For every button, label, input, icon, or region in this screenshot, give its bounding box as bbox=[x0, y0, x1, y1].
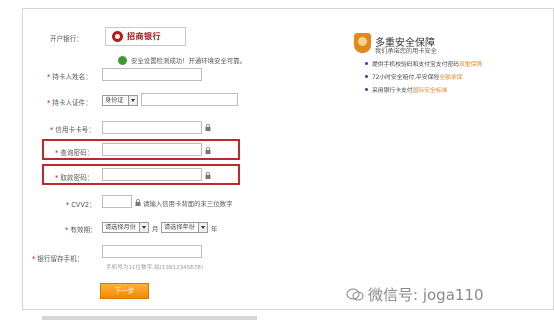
query-password-label-text: 查询密码： bbox=[60, 149, 94, 157]
payment-password-label-text: 取款密码： bbox=[60, 174, 94, 182]
query-password-label: * 查询密码： bbox=[55, 147, 93, 157]
month-unit: 月 bbox=[152, 225, 159, 233]
lock-icon bbox=[205, 147, 211, 154]
phone-label: * 银行留存手机： bbox=[32, 253, 83, 263]
required-mark: * bbox=[66, 201, 70, 209]
shield-icon bbox=[354, 33, 371, 53]
expiry-year-value: 请选择年份 bbox=[164, 224, 195, 231]
cvv2-label-text: CVV2： bbox=[71, 201, 96, 209]
holder-id-input[interactable] bbox=[141, 93, 238, 106]
panel-item-emphasis: 国际安全标准 bbox=[412, 88, 448, 94]
id-type-select[interactable]: 身份证 bbox=[102, 95, 138, 106]
chevron-down-icon bbox=[128, 96, 137, 105]
required-mark: * bbox=[47, 99, 51, 107]
watermark-text: 微信号: joga110 bbox=[368, 286, 484, 304]
phone-label-text: 银行留存手机： bbox=[37, 255, 84, 263]
required-mark: * bbox=[50, 126, 54, 134]
cvv2-label: * CVV2： bbox=[66, 199, 96, 209]
panel-item: 提供手机校验码和支付宝支付密码双重保障 bbox=[372, 59, 482, 68]
wechat-icon bbox=[346, 288, 364, 301]
holder-id-label: * 持卡人证件： bbox=[47, 97, 92, 107]
query-password-input[interactable] bbox=[102, 143, 202, 156]
card-number-label-text: 信用卡卡号： bbox=[55, 126, 95, 134]
bottom-divider bbox=[42, 316, 257, 320]
bullet-icon bbox=[365, 75, 368, 78]
bank-logo: 招商银行 bbox=[105, 27, 186, 46]
lock-icon bbox=[205, 172, 211, 179]
chevron-down-icon bbox=[198, 223, 207, 232]
security-status-text: 安全设置检测成功！开通环境安全可靠。 bbox=[131, 57, 247, 65]
card-number-label: * 信用卡卡号： bbox=[50, 124, 95, 134]
holder-id-label-text: 持卡人证件： bbox=[52, 99, 92, 107]
bullet-icon bbox=[365, 62, 368, 65]
expiry-year-select[interactable]: 请选择年份 bbox=[161, 222, 208, 233]
cvv2-hint: 请输入信用卡背面的末三位数字 bbox=[143, 200, 233, 208]
required-mark: * bbox=[55, 149, 59, 157]
expiry-month-value: 请选择月份 bbox=[105, 224, 136, 231]
holder-name-input[interactable] bbox=[102, 68, 202, 81]
panel-item: 72小时安全赔付,平安保险全额承保 bbox=[372, 72, 462, 81]
required-mark: * bbox=[32, 255, 36, 263]
required-mark: * bbox=[65, 226, 69, 234]
expiry-label-text: 有效期： bbox=[70, 226, 97, 234]
expiry-label: * 有效期： bbox=[65, 224, 97, 234]
cvv2-input[interactable] bbox=[102, 195, 132, 208]
panel-item-emphasis: 全额承保 bbox=[439, 75, 463, 81]
expiry-month-select[interactable]: 请选择月份 bbox=[102, 222, 149, 233]
bank-emblem-icon bbox=[112, 31, 123, 42]
card-number-input[interactable] bbox=[102, 121, 202, 134]
check-icon bbox=[118, 56, 127, 65]
next-button[interactable]: 下一步 bbox=[100, 283, 149, 299]
id-type-value: 身份证 bbox=[105, 97, 124, 104]
phone-hint: 手机号为11位数字,如(13812345678) bbox=[106, 265, 204, 271]
chevron-down-icon bbox=[139, 223, 148, 232]
lock-icon bbox=[205, 124, 211, 131]
panel-item-text: 72小时安全赔付,平安保险 bbox=[372, 75, 440, 81]
panel-item-text: 采用银行卡支付 bbox=[372, 88, 413, 94]
bank-label: 开户银行： bbox=[50, 35, 83, 43]
year-unit: 年 bbox=[211, 225, 218, 233]
payment-password-input[interactable] bbox=[102, 168, 202, 181]
lock-icon bbox=[135, 199, 141, 206]
holder-name-label: * 持卡人姓名： bbox=[47, 71, 92, 81]
panel-item-emphasis: 双重保障 bbox=[458, 62, 483, 68]
bank-name: 招商银行 bbox=[127, 31, 161, 41]
payment-password-label: * 取款密码： bbox=[55, 172, 93, 182]
panel-item: 采用银行卡支付国际安全标准 bbox=[372, 85, 447, 94]
required-mark: * bbox=[47, 73, 51, 81]
phone-input[interactable] bbox=[102, 245, 202, 258]
panel-item-text: 提供手机校验码和支付宝支付密码 bbox=[372, 62, 459, 68]
holder-name-label-text: 持卡人姓名： bbox=[52, 73, 92, 81]
bullet-icon bbox=[365, 88, 368, 91]
required-mark: * bbox=[55, 174, 59, 182]
panel-subtitle: 我们承诺您的用卡安全 bbox=[375, 48, 437, 55]
